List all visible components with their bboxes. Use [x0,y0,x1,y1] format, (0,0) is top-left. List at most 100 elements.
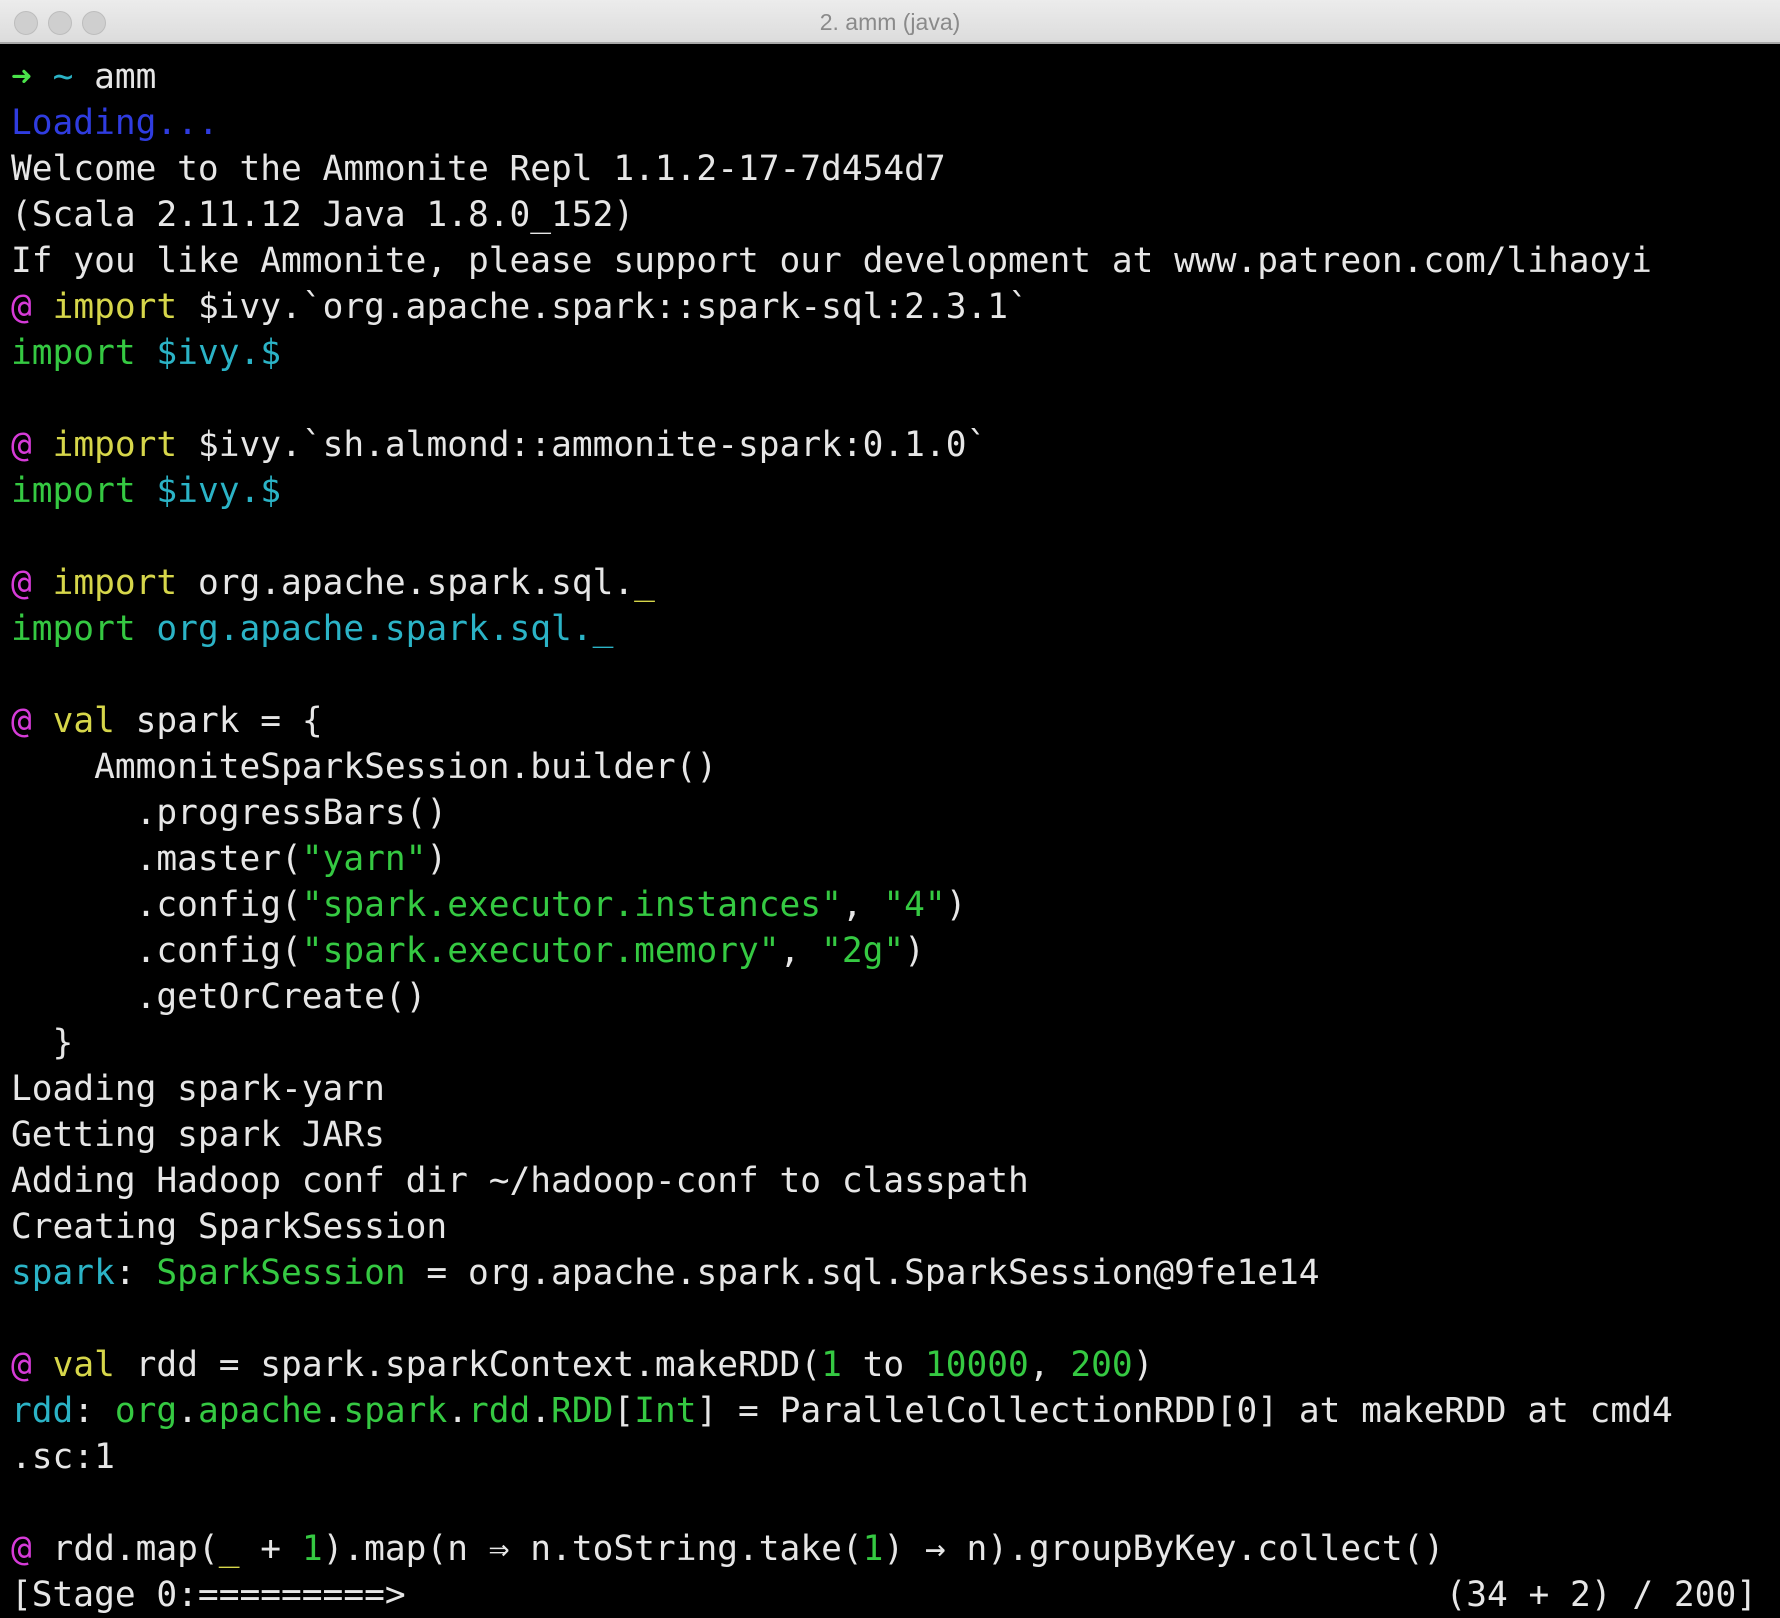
command-text: rdd = spark.sparkContext.makeRDD( [135,1345,822,1385]
result-text: $ivy.$ [156,333,282,373]
string-literal: "spark.executor.instances" [301,885,842,925]
prompt-directory: ~ [52,57,74,97]
repl-command-line: @ val spark = { [11,698,1771,744]
result-text: . [322,1391,344,1431]
shell-prompt-line: ➜ ~ amm [11,54,1771,100]
number-literal: 10000 [924,1345,1029,1385]
string-literal: "4" [883,885,946,925]
command-text: + [239,1529,302,1569]
repl-command-line: @ rdd.map(_ + 1).map(n ⇒ n.toString.take… [11,1526,1771,1572]
repl-result-line: import org.apache.spark.sql._ [11,606,1771,652]
welcome-text: Welcome to the Ammonite Repl 1.1.2-17-7d… [11,149,946,189]
versions-text: (Scala 2.11.12 Java 1.8.0_152) [11,195,635,235]
result-text: = ParallelCollectionRDD[0] at makeRDD at… [717,1391,1673,1431]
code-text: ) [945,885,967,925]
result-text: : [114,1253,157,1293]
result-type: rdd [468,1391,531,1431]
stage-progress-line: [Stage 0:=========> (34 + 2) / 200] [11,1572,1771,1618]
keyword: val [52,1345,115,1385]
loading-text: Loading... [11,103,219,143]
repl-result-line: rdd: org.apache.spark.rdd.RDD[Int] = Par… [11,1388,1771,1434]
string-literal: "spark.executor.memory" [301,931,780,971]
number-literal: 200 [1070,1345,1133,1385]
result-type: RDD [551,1391,614,1431]
command-text: ) [1132,1345,1154,1385]
stage-task-count: (34 + 2) / 200] [1445,1575,1757,1615]
result-type: org [114,1391,178,1431]
string-literal: "yarn" [301,839,427,879]
result-type: Int [634,1391,697,1431]
result-name: spark [11,1253,115,1293]
result-text: = org.apache.spark.sql.SparkSession@9fe1… [405,1253,1320,1293]
result-type: apache [197,1391,323,1431]
string-literal: "2g" [821,931,905,971]
command-text: $ivy.`sh.almond::ammonite-spark:0.1.0` [197,425,988,465]
command-text: $ivy.`org.apache.spark::spark-sql:2.3.1` [197,287,1029,327]
keyword: val [52,701,115,741]
repl-prompt: @ [11,563,32,603]
result-text: $ivy.$ [156,471,282,511]
code-text: ) [904,931,925,971]
title-bar: 2. amm (java) [0,0,1780,44]
repl-prompt: @ [11,287,32,327]
code-line: .config("spark.executor.memory", "2g") [11,928,1771,974]
result-text: [ [613,1391,635,1431]
repl-prompt: @ [11,1529,32,1569]
log-line: Adding Hadoop conf dir ~/hadoop-conf to … [11,1161,1029,1201]
result-text: . [530,1391,552,1431]
command-text: spark = { [135,701,323,741]
repl-prompt: @ [11,1345,32,1385]
code-text: .master( [11,839,302,879]
keyword: import [11,471,136,511]
repl-command-line: @ import $ivy.`org.apache.spark::spark-s… [11,284,1771,330]
number-literal: 1 [862,1529,884,1569]
command-text: to [841,1345,925,1385]
prompt-arrow-icon: ➜ [11,57,32,97]
log-line: Loading spark-yarn [11,1069,385,1109]
keyword: import [11,333,136,373]
support-text: If you like Ammonite, please support our… [11,241,1652,281]
keyword: import [52,563,178,603]
code-text: , [779,931,822,971]
result-text: org.apache.spark.sql._ [156,609,614,649]
result-text: ] [696,1391,718,1431]
terminal-output[interactable]: ➜ ~ amm Loading... Welcome to the Ammoni… [11,54,1771,1618]
command-text: org.apache.spark.sql. [197,563,635,603]
command-text: ).map(n ⇒ n.toString.take( [322,1529,863,1569]
result-type: spark [343,1391,448,1431]
code-text: ) [426,839,448,879]
repl-command-line: @ import org.apache.spark.sql._ [11,560,1771,606]
repl-result-line: import $ivy.$ [11,330,1771,376]
command-text: , [1028,1345,1071,1385]
window-title: 2. amm (java) [819,9,961,35]
number-literal: 1 [821,1345,842,1385]
wildcard: _ [634,563,655,603]
command-text: ) → n).groupByKey.collect() [883,1529,1445,1569]
result-type: SparkSession [156,1253,406,1293]
repl-command-line: @ import $ivy.`sh.almond::ammonite-spark… [11,422,1771,468]
code-line: } [11,1023,74,1063]
repl-result-line: spark: SparkSession = org.apache.spark.s… [11,1250,1771,1296]
keyword: import [52,425,178,465]
command-text: rdd.map( [31,1529,219,1569]
result-wrap-line: .sc:1 [11,1437,115,1477]
code-line: .progressBars() [11,793,448,833]
prompt-command: amm [73,57,157,97]
code-line: .getOrCreate() [11,977,427,1017]
code-line: .config("spark.executor.instances", "4") [11,882,1771,928]
code-line: AmmoniteSparkSession.builder() [11,747,718,787]
repl-prompt: @ [11,701,32,741]
log-line: Creating SparkSession [11,1207,448,1247]
repl-prompt: @ [11,425,32,465]
terminal-window: 2. amm (java) ➜ ~ amm Loading... Welcome… [0,0,1780,1618]
wildcard: _ [218,1529,240,1569]
code-text: .config( [11,885,302,925]
code-text: , [841,885,884,925]
number-literal: 1 [301,1529,323,1569]
result-text: . [447,1391,468,1431]
repl-command-line: @ val rdd = spark.sparkContext.makeRDD(1… [11,1342,1771,1388]
